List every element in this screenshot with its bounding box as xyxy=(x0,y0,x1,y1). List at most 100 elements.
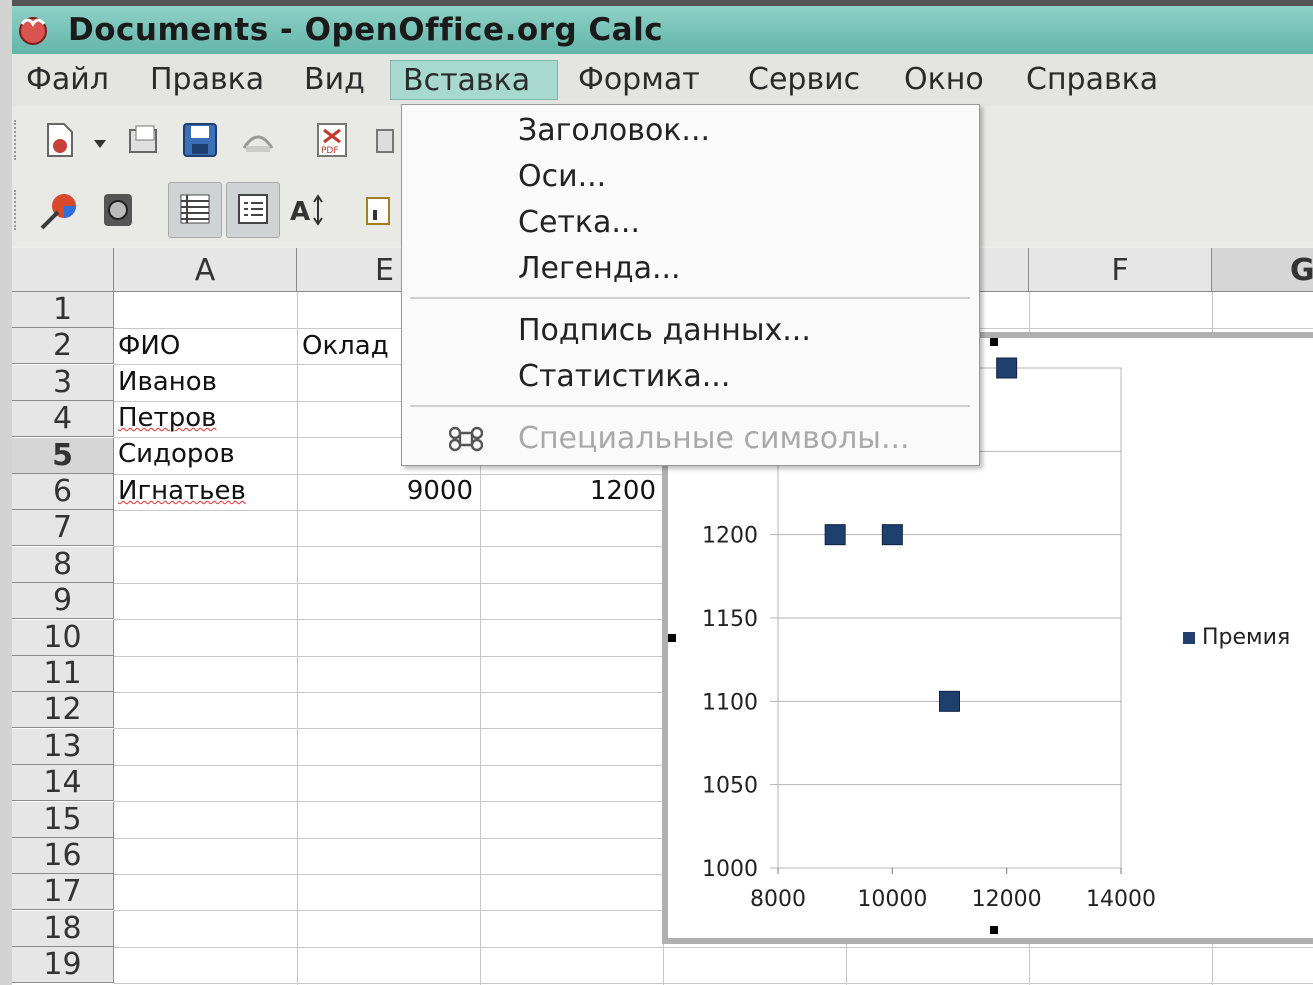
row-header-9[interactable]: 9 xyxy=(12,583,114,620)
menu-item-title[interactable]: Заголовок... xyxy=(518,111,710,151)
new-document-icon[interactable] xyxy=(40,120,80,160)
row-header-19[interactable]: 19 xyxy=(12,947,114,984)
print-icon[interactable] xyxy=(370,120,400,160)
cell-a3[interactable]: Иванов xyxy=(118,364,217,400)
column-header-a[interactable]: A xyxy=(114,248,297,292)
menu-item-axes[interactable]: Оси... xyxy=(518,157,606,197)
menu-item-data-labels[interactable]: Подпись данных... xyxy=(518,311,811,351)
menu-item-legend[interactable]: Легенда... xyxy=(518,249,681,289)
row-header-10[interactable]: 10 xyxy=(12,619,114,656)
cell-a4[interactable]: Петров xyxy=(118,400,216,436)
x-tick-label: 10000 xyxy=(857,887,927,912)
data-point xyxy=(939,690,960,712)
menu-help-label: Справка xyxy=(1026,62,1159,97)
y-tick-label: 1200 xyxy=(702,524,758,549)
row-header-13[interactable]: 13 xyxy=(12,728,114,765)
export-pdf-icon[interactable]: PDF xyxy=(312,120,352,160)
toolbar-grip-2[interactable] xyxy=(14,190,20,230)
selection-handle xyxy=(668,634,676,642)
menu-item-special-characters-label: Специальные символы... xyxy=(518,421,910,456)
cell-b2[interactable]: Оклад xyxy=(302,328,389,364)
toolbar-grip[interactable] xyxy=(14,120,20,160)
cell-c6[interactable]: 1200 xyxy=(480,473,656,509)
column-header-g[interactable]: G xyxy=(1212,248,1313,292)
text-scale-icon[interactable]: A xyxy=(288,190,328,230)
x-tick-label: 14000 xyxy=(1086,887,1156,912)
row-header-5[interactable]: 5 xyxy=(12,437,114,474)
menu-file[interactable]: Файл xyxy=(14,60,121,100)
menu-view-label: Вид xyxy=(304,62,365,97)
menu-view[interactable]: Вид xyxy=(292,60,377,100)
row-header-6[interactable]: 6 xyxy=(12,474,114,510)
window-title: Documents - OpenOffice.org Calc xyxy=(68,12,664,48)
menu-window[interactable]: Окно xyxy=(892,60,996,100)
legend-label: Премия xyxy=(1202,625,1290,650)
data-point xyxy=(824,524,846,546)
row-header-7[interactable]: 7 xyxy=(12,510,114,547)
row-header-15[interactable]: 15 xyxy=(12,801,114,838)
row-header-8[interactable]: 8 xyxy=(12,546,114,583)
menu-separator xyxy=(410,297,970,299)
menu-tools[interactable]: Сервис xyxy=(736,60,872,100)
column-a-label: A xyxy=(194,253,216,288)
chevron-down-icon[interactable] xyxy=(90,124,110,164)
svg-text:A: A xyxy=(290,197,310,226)
y-tick-label: 1050 xyxy=(702,774,758,799)
legend-toggle[interactable] xyxy=(226,182,280,238)
menu-format-label: Формат xyxy=(578,62,700,97)
menu-insert-label: Вставка xyxy=(403,63,531,98)
menu-format[interactable]: Формат xyxy=(566,60,712,100)
menu-separator-2 xyxy=(410,405,970,407)
legend-swatch xyxy=(1183,632,1195,644)
menu-item-legend-label: Легенда... xyxy=(518,251,681,286)
data-point xyxy=(996,357,1018,379)
column-f-label: F xyxy=(1111,253,1129,288)
menu-help[interactable]: Справка xyxy=(1014,60,1170,100)
menu-window-label: Окно xyxy=(904,62,984,97)
menu-item-axes-label: Оси... xyxy=(518,159,607,194)
save-disk-icon[interactable] xyxy=(180,120,220,160)
row-header-1[interactable]: 1 xyxy=(12,292,114,328)
selection-handle xyxy=(990,338,998,346)
chart-type-icon[interactable] xyxy=(362,190,392,230)
edit-mode-icon[interactable] xyxy=(238,120,278,160)
openoffice-gulls-icon xyxy=(19,17,47,45)
menu-item-statistics[interactable]: Статистика... xyxy=(518,357,730,397)
cell-a6[interactable]: Игнатьев xyxy=(118,473,246,509)
menu-edit[interactable]: Правка xyxy=(138,60,276,100)
row-header-16[interactable]: 16 xyxy=(12,838,114,874)
chart-wizard-icon[interactable] xyxy=(40,190,80,230)
row-header-2[interactable]: 2 xyxy=(12,328,114,365)
menu-item-grid[interactable]: Сетка... xyxy=(518,203,640,243)
row-header-4[interactable]: 4 xyxy=(12,401,114,438)
horizontal-grid-toggle[interactable] xyxy=(168,182,222,238)
menu-item-title-label: Заголовок... xyxy=(518,113,711,148)
row-header-17[interactable]: 17 xyxy=(12,874,114,911)
select-all-corner[interactable] xyxy=(12,248,114,292)
cell-a5[interactable]: Сидоров xyxy=(118,436,235,472)
y-tick-label: 1100 xyxy=(702,690,758,715)
row-header-11[interactable]: 11 xyxy=(12,656,114,692)
grid-line xyxy=(297,292,298,985)
cell-a2[interactable]: ФИО xyxy=(118,328,180,364)
insert-menu-dropdown: Заголовок... Оси... Сетка... Легенда... … xyxy=(401,104,980,466)
menu-item-grid-label: Сетка... xyxy=(518,205,640,240)
chart-area-icon[interactable] xyxy=(98,190,138,230)
column-b-label: E xyxy=(375,253,394,288)
menu-tools-label: Сервис xyxy=(748,62,861,97)
row-header-3[interactable]: 3 xyxy=(12,364,114,401)
grid-line xyxy=(114,983,1313,985)
open-folder-icon[interactable] xyxy=(124,120,164,160)
menu-bar: Файл Правка Вид Вставка Формат Сервис Ок… xyxy=(12,54,1313,106)
row-header-12[interactable]: 12 xyxy=(12,692,114,729)
row-header-18[interactable]: 18 xyxy=(12,910,114,947)
y-tick-label: 1150 xyxy=(702,607,758,632)
title-bar: Documents - OpenOffice.org Calc xyxy=(12,0,1313,54)
calc-window: Documents - OpenOffice.org Calc Файл Пра… xyxy=(12,0,1313,985)
column-g-label: G xyxy=(1290,253,1313,288)
row-header-14[interactable]: 14 xyxy=(12,765,114,802)
menu-insert[interactable]: Вставка xyxy=(390,60,558,100)
menu-item-special-characters: Специальные символы... xyxy=(518,419,910,459)
column-header-f[interactable]: F xyxy=(1029,248,1212,292)
cell-b6[interactable]: 9000 xyxy=(297,473,473,509)
